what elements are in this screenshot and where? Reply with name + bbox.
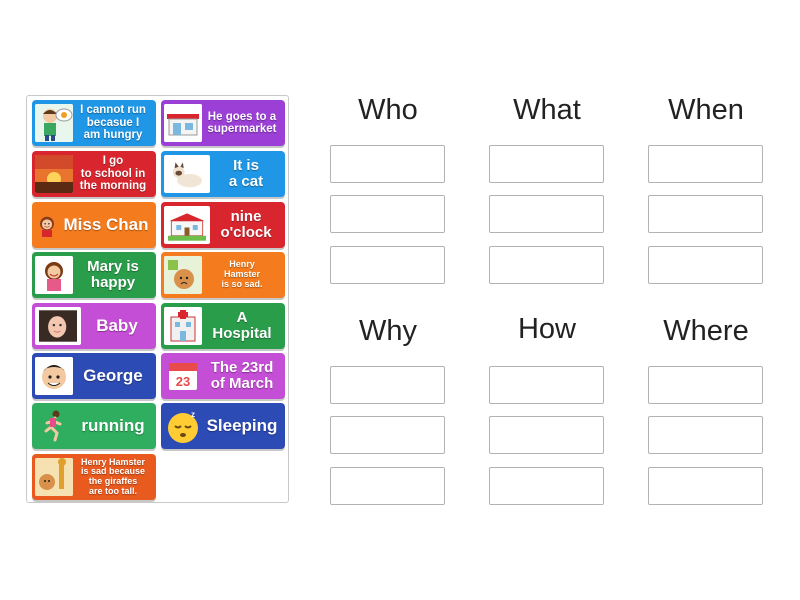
drop-slot-why-1[interactable] — [330, 366, 445, 404]
card-label: Henry Hamster is so sad. — [221, 259, 263, 289]
card-sleeping[interactable]: z Sleeping — [161, 403, 285, 449]
school-building-icon — [164, 206, 210, 244]
drop-slot-why-3[interactable] — [330, 467, 445, 505]
calendar-icon: 23 — [164, 357, 202, 395]
card-hospital[interactable]: A Hospital — [161, 303, 285, 349]
cat-icon — [164, 155, 210, 193]
heading-what: What — [513, 94, 581, 126]
heading-why: Why — [359, 315, 417, 347]
supermarket-icon — [164, 104, 202, 142]
drop-slot-where-3[interactable] — [648, 467, 763, 505]
drop-slot-when-2[interactable] — [648, 195, 763, 233]
drop-slot-where-1[interactable] — [648, 366, 763, 404]
card-label: The 23rd of March — [210, 358, 274, 392]
card-nine-oclock[interactable]: nine o'clock — [161, 202, 285, 248]
drop-slot-how-1[interactable] — [489, 366, 604, 404]
card-henry-sad[interactable]: Henry Hamster is so sad. — [161, 252, 285, 298]
card-miss-chan[interactable]: Miss Chan — [32, 202, 156, 248]
card-label: Baby — [96, 315, 138, 335]
card-label: Miss Chan — [63, 214, 149, 234]
drop-slot-why-2[interactable] — [330, 416, 445, 454]
card-mary[interactable]: Mary is happy — [32, 252, 156, 298]
heading-how: How — [517, 313, 576, 345]
card-label: George — [83, 365, 143, 385]
sad-hamster-icon — [164, 256, 202, 294]
drop-slot-when-1[interactable] — [648, 145, 763, 183]
hospital-icon — [164, 307, 202, 345]
drop-slot-what-2[interactable] — [489, 195, 604, 233]
card-cat[interactable]: It is a cat — [161, 151, 285, 197]
drop-slot-what-1[interactable] — [489, 145, 604, 183]
sleeping-face-icon: z — [164, 407, 202, 445]
drop-slot-where-2[interactable] — [648, 416, 763, 454]
svg-text:23: 23 — [176, 374, 190, 389]
drop-slot-how-2[interactable] — [489, 416, 604, 454]
drop-slot-how-3[interactable] — [489, 467, 604, 505]
card-tray: I cannot run becasue I am hungry I go to… — [26, 95, 289, 503]
runner-icon — [35, 407, 73, 445]
drop-slot-who-3[interactable] — [330, 246, 445, 284]
hamster-giraffe-icon — [35, 458, 73, 496]
card-march[interactable]: 23 The 23rd of March — [161, 353, 285, 399]
woman-icon — [35, 206, 59, 244]
drop-slot-who-2[interactable] — [330, 195, 445, 233]
happy-girl-icon — [35, 256, 73, 294]
card-label: running — [81, 415, 145, 435]
card-label: nine o'clock — [220, 207, 272, 241]
card-label: Sleeping — [206, 415, 278, 435]
boy-face-icon — [35, 357, 73, 395]
card-supermarket[interactable]: He goes to a supermarket — [161, 100, 285, 146]
heading-who: Who — [358, 94, 418, 126]
sunrise-icon — [35, 155, 73, 193]
card-label: It is a cat — [228, 156, 264, 190]
card-sunrise[interactable]: I go to school in the morning — [32, 151, 156, 197]
baby-photo-icon — [35, 307, 81, 345]
drop-slot-when-3[interactable] — [648, 246, 763, 284]
heading-when: When — [668, 94, 744, 126]
card-label: A Hospital — [212, 308, 272, 342]
card-hungry[interactable]: I cannot run becasue I am hungry — [32, 100, 156, 146]
card-george[interactable]: George — [32, 353, 156, 399]
card-label: Mary is happy — [87, 257, 139, 291]
heading-where: Where — [663, 315, 749, 347]
boy-hungry-icon — [35, 104, 73, 142]
drop-slot-what-3[interactable] — [489, 246, 604, 284]
card-label: Henry Hamster is sad because the giraffe… — [80, 456, 146, 496]
card-label: I go to school in the morning — [79, 155, 147, 193]
svg-text:z: z — [191, 410, 195, 419]
card-running[interactable]: running — [32, 403, 156, 449]
card-baby[interactable]: Baby — [32, 303, 156, 349]
card-hamster-giraffe[interactable]: Henry Hamster is sad because the giraffe… — [32, 454, 156, 500]
card-label: He goes to a supermarket — [207, 110, 277, 135]
card-label: I cannot run becasue I am hungry — [80, 104, 146, 142]
drop-slot-who-1[interactable] — [330, 145, 445, 183]
